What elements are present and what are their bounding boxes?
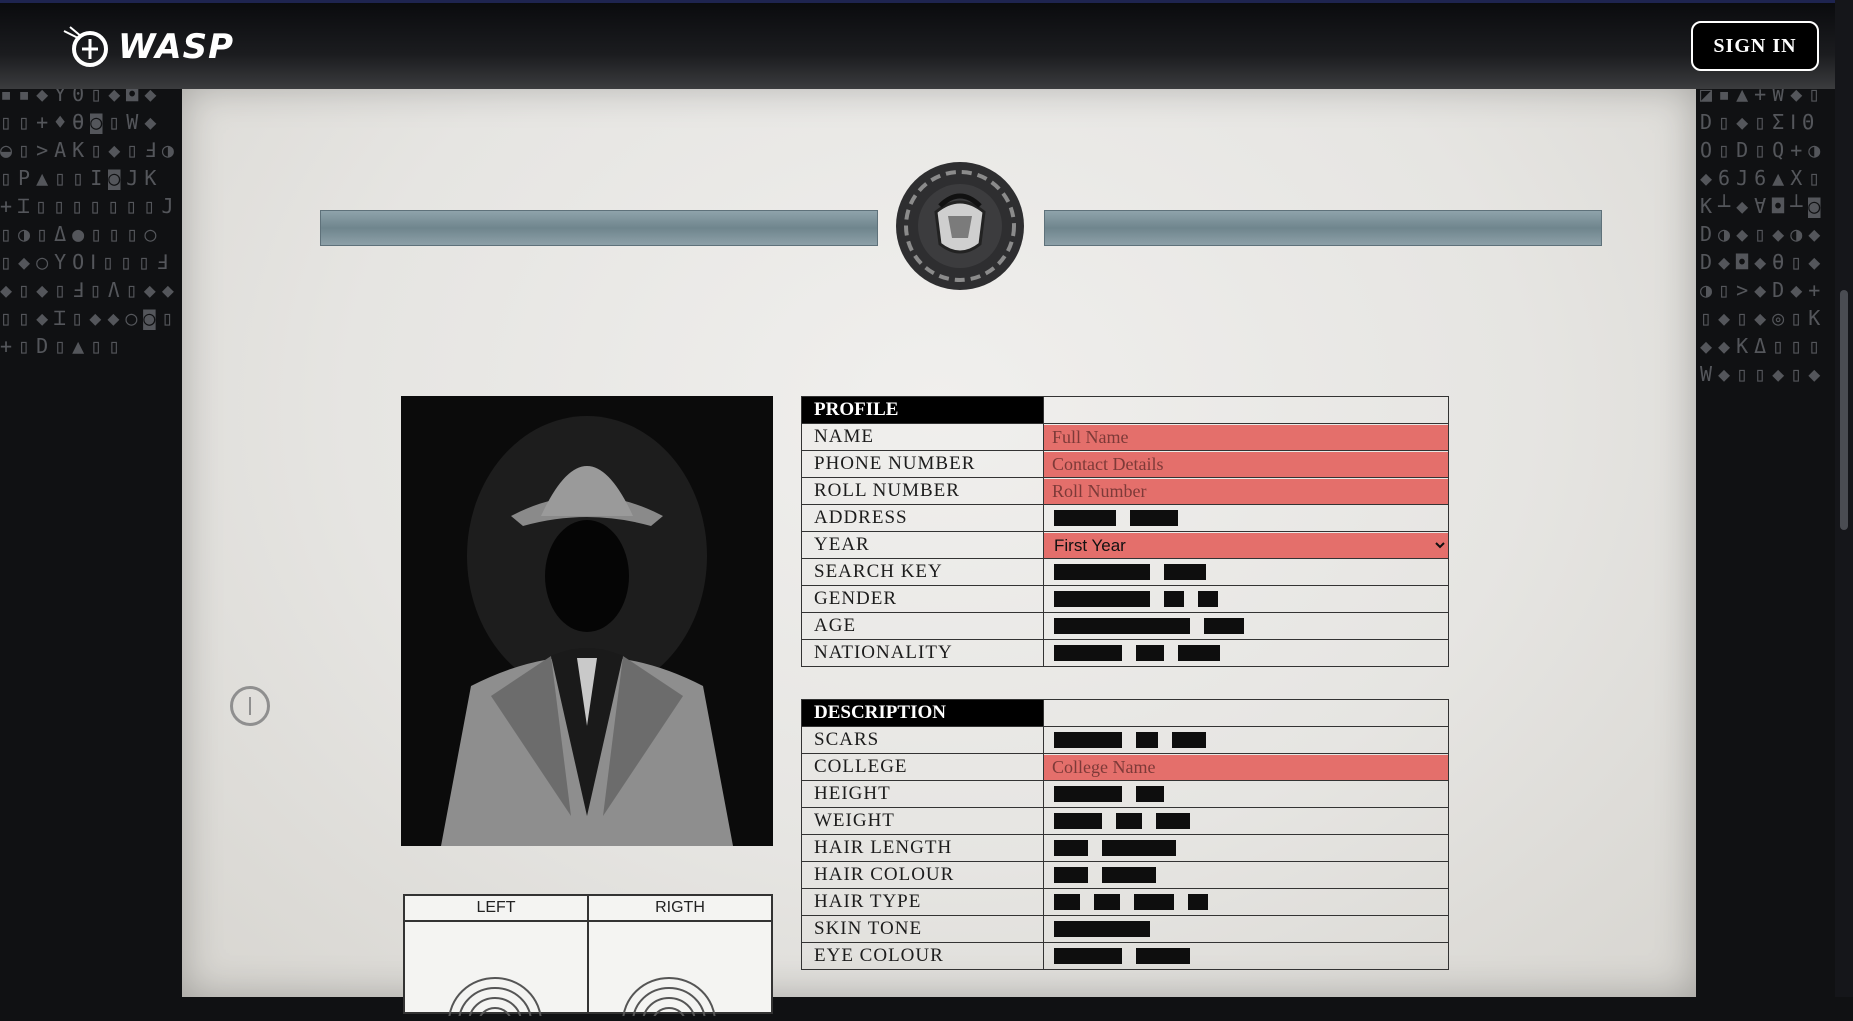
table-row: PHONE NUMBER (801, 450, 1449, 478)
hair-length-label: HAIR LENGTH (801, 834, 1044, 862)
fingerprint-right-label: RIGTH (589, 896, 771, 922)
weight-label: WEIGHT (801, 807, 1044, 835)
table-row: EYE COLOUR (801, 942, 1449, 970)
header-band-right (1044, 210, 1602, 246)
table-row: SCARS (801, 726, 1449, 754)
description-header-row: DESCRIPTION (801, 699, 1449, 727)
skin-tone-label: SKIN TONE (801, 915, 1044, 943)
table-row: ADDRESS (801, 504, 1449, 532)
top-navbar: WASP SIGN IN (0, 0, 1853, 89)
table-row: HAIR COLOUR (801, 861, 1449, 889)
roll-number-label: ROLL NUMBER (801, 477, 1044, 505)
decorative-glyph-column-left: ▪▪◆Y0▯◆◘◆▯▯+♦Ѳ◙▯W◆◒▯>AK▯◆▯Ⅎ◑▯P▲▯▯I◙JK+Ɪ▯… (0, 82, 180, 358)
nationality-label: NATIONALITY (801, 639, 1044, 667)
redacted-value (1043, 780, 1449, 808)
logo-text: WASP (118, 27, 235, 67)
wasp-logo[interactable]: WASP (60, 25, 234, 69)
gender-label: GENDER (801, 585, 1044, 613)
table-row: HEIGHT (801, 780, 1449, 808)
profile-header-blank (1043, 396, 1449, 424)
age-label: AGE (801, 612, 1044, 640)
phone-label: PHONE NUMBER (801, 450, 1044, 478)
redacted-value (1043, 807, 1449, 835)
college-input[interactable] (1044, 754, 1448, 780)
description-header: DESCRIPTION (801, 699, 1044, 727)
roll-number-input[interactable] (1044, 478, 1448, 504)
name-label: NAME (801, 423, 1044, 451)
fingerprint-icon (448, 977, 542, 1021)
table-row: AGE (801, 612, 1449, 640)
redacted-value (1043, 834, 1449, 862)
redacted-value (1043, 504, 1449, 532)
profile-header: PROFILE (801, 396, 1044, 424)
height-label: HEIGHT (801, 780, 1044, 808)
table-row: ROLL NUMBER (801, 477, 1449, 505)
description-header-blank (1043, 699, 1449, 727)
table-row: WEIGHT (801, 807, 1449, 835)
name-input[interactable] (1044, 424, 1448, 450)
college-label: COLLEGE (801, 753, 1044, 781)
address-label: ADDRESS (801, 504, 1044, 532)
table-row: HAIR TYPE (801, 888, 1449, 916)
table-row: NAME (801, 423, 1449, 451)
fingerprint-left-label: LEFT (405, 896, 587, 922)
redacted-value (1043, 942, 1449, 970)
dossier-sheet: LEFT RIGTH PROFILE NAME Full Name PHONE … (182, 86, 1696, 1021)
redacted-value (1043, 915, 1449, 943)
header-band-left (320, 210, 878, 246)
table-row: SKIN TONE (801, 915, 1449, 943)
hair-colour-label: HAIR COLOUR (801, 861, 1044, 889)
eye-colour-label: EYE COLOUR (801, 942, 1044, 970)
redacted-value (1043, 558, 1449, 586)
fingerprint-left: LEFT (405, 896, 589, 1021)
redacted-value (1043, 888, 1449, 916)
fingerprint-right: RIGTH (589, 896, 771, 1021)
profile-table: PROFILE NAME PHONE NUMBER ROLL NUMBER AD… (801, 396, 1449, 667)
redacted-value (1043, 639, 1449, 667)
scars-label: SCARS (801, 726, 1044, 754)
wasp-seal-icon (896, 162, 1024, 290)
table-row: YEAR First Year (801, 531, 1449, 559)
phone-input[interactable] (1044, 451, 1448, 477)
hair-type-label: HAIR TYPE (801, 888, 1044, 916)
wasp-icon (63, 26, 108, 67)
redacted-value (1043, 612, 1449, 640)
decorative-glyph-column-right: ◪▪▲+W◆▯D▯◆▯ΣⅠΘΟ▯D▯Q+◑◆6J6▲X▯K┴◆Ɐ◘┴◙D◑◆▯◆… (1700, 82, 1827, 386)
fingerprint-panel: LEFT RIGTH (403, 894, 773, 1021)
search-key-label: SEARCH KEY (801, 558, 1044, 586)
sign-in-button[interactable]: SIGN IN (1691, 21, 1819, 71)
table-row: HAIR LENGTH (801, 834, 1449, 862)
year-label: YEAR (801, 531, 1044, 559)
redacted-value (1043, 585, 1449, 613)
description-table: DESCRIPTION SCARS COLLEGE HEIGHT WEIGHT … (801, 699, 1449, 970)
year-select[interactable]: First Year (1044, 532, 1448, 558)
profile-header-row: PROFILE (801, 396, 1449, 424)
table-row: NATIONALITY (801, 639, 1449, 667)
fingerprint-icon (622, 977, 716, 1021)
page-scrollbar[interactable] (1835, 0, 1853, 997)
redacted-value (1043, 726, 1449, 754)
suspect-portrait (401, 396, 773, 846)
table-row: GENDER (801, 585, 1449, 613)
redacted-value (1043, 861, 1449, 889)
punch-hole (230, 686, 270, 726)
table-row: SEARCH KEY (801, 558, 1449, 586)
table-row: COLLEGE (801, 753, 1449, 781)
scrollbar-thumb[interactable] (1840, 290, 1848, 530)
